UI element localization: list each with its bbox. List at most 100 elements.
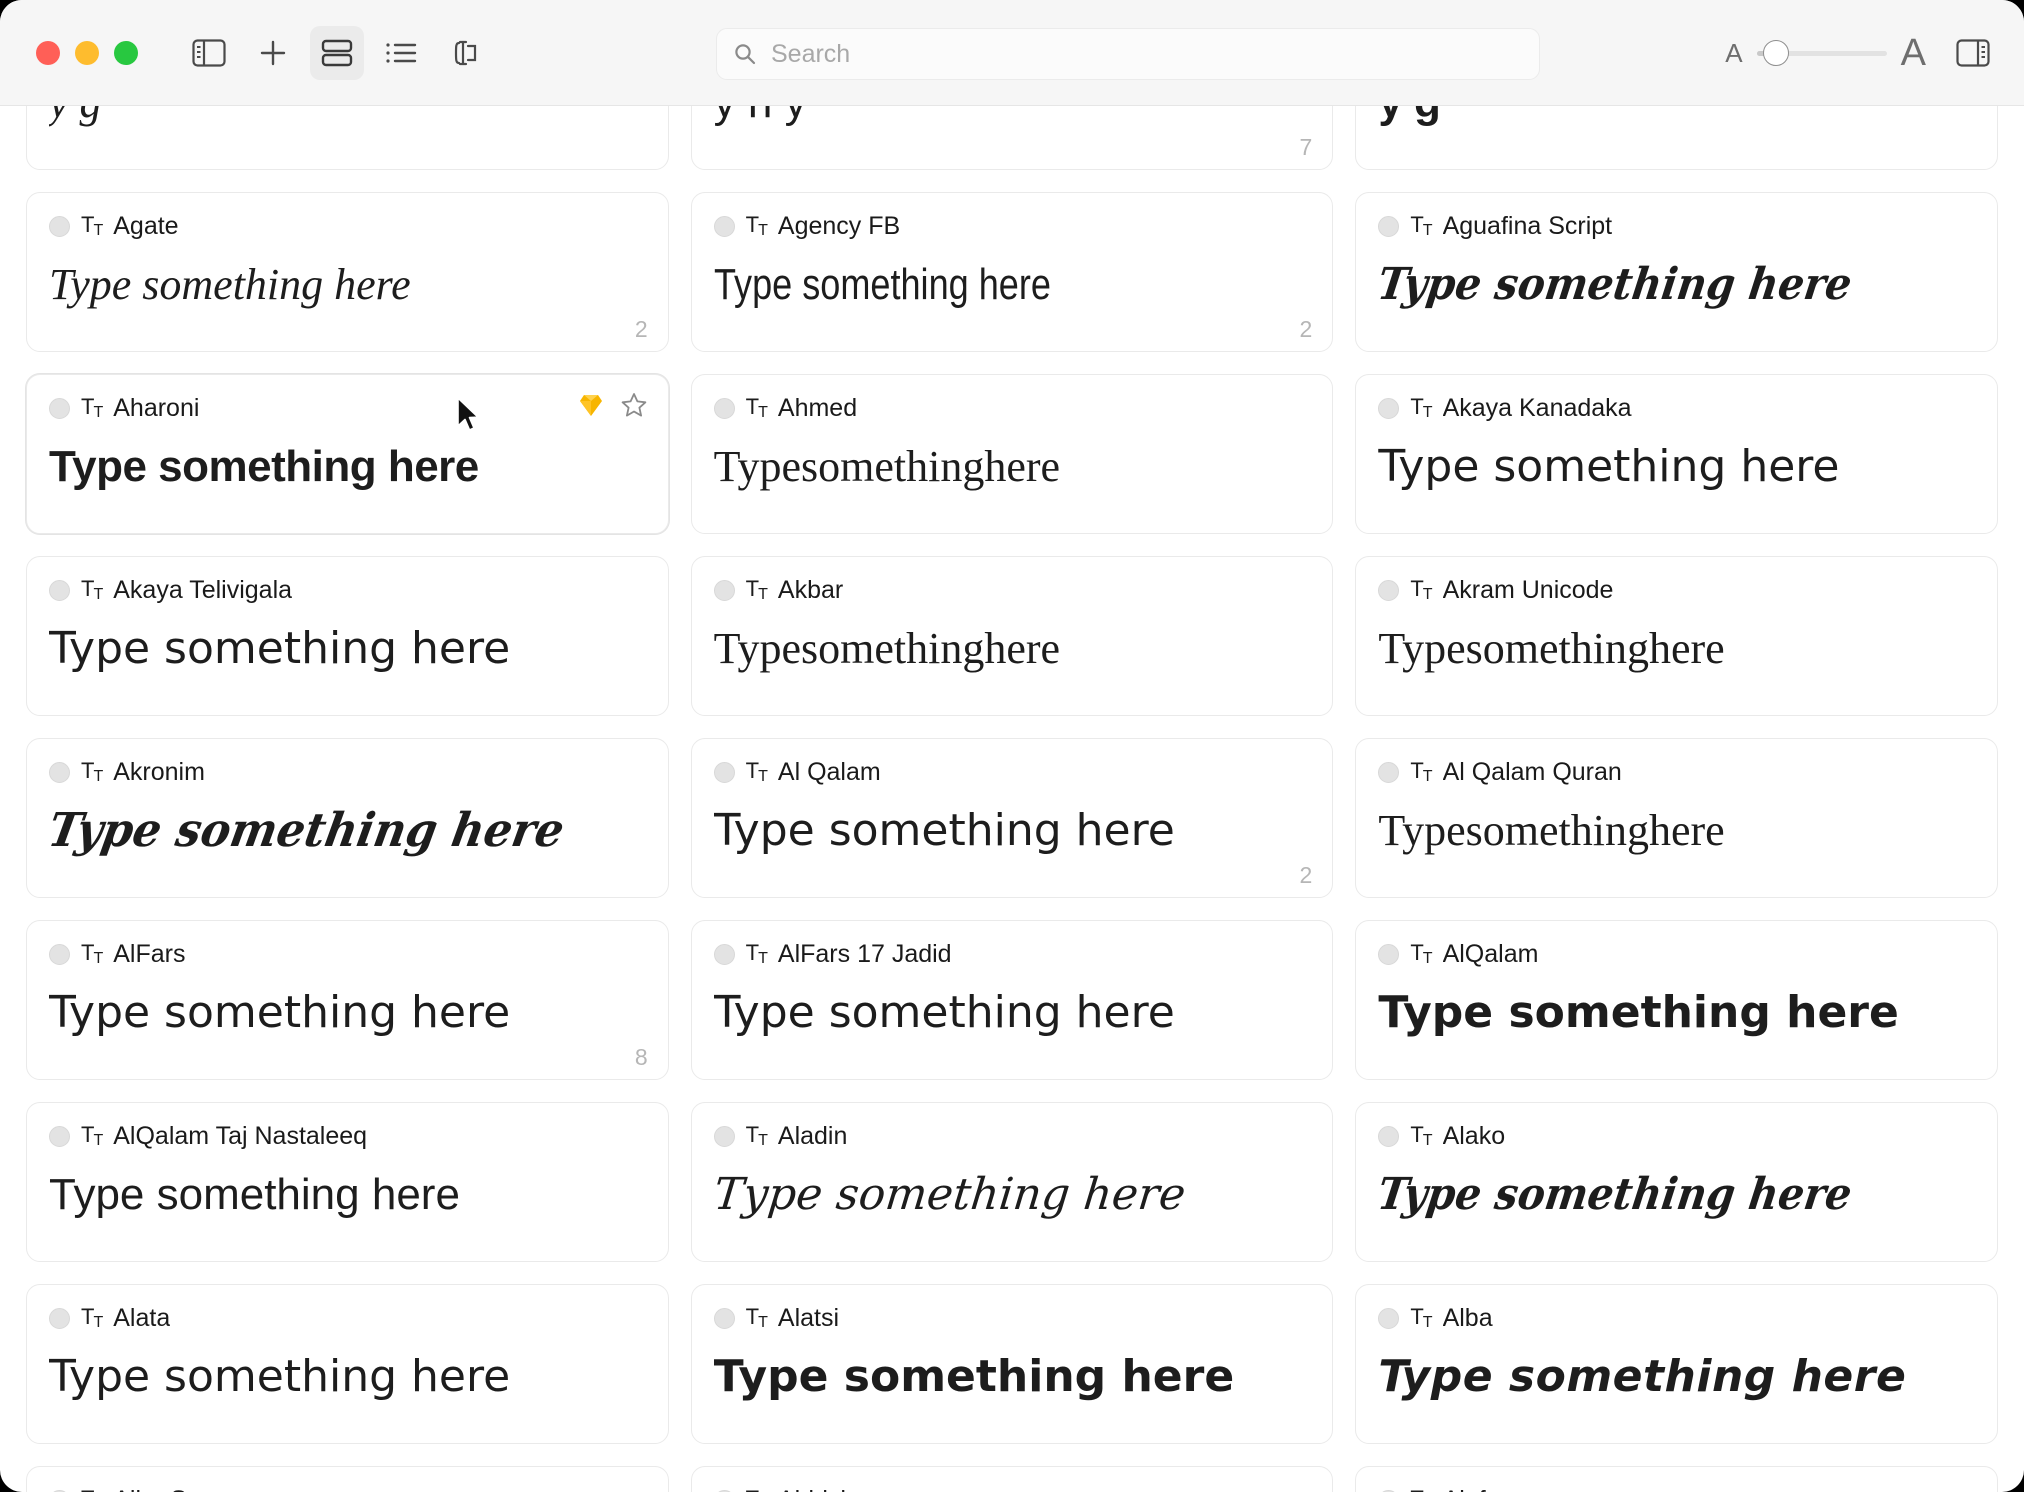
font-select-dot[interactable]	[713, 215, 735, 237]
zoom-button[interactable]	[114, 40, 138, 65]
font-sample-text[interactable]: y g	[49, 106, 646, 130]
font-card[interactable]: TT AlFars Type something here 8	[26, 920, 669, 1080]
font-sample-text[interactable]: Type something here	[1378, 985, 1975, 1040]
font-select-dot[interactable]	[713, 1125, 735, 1147]
sidebar-icon	[192, 38, 226, 67]
font-card-header: TT AlQalam	[1378, 939, 1975, 969]
font-select-dot[interactable]	[49, 215, 70, 237]
font-name-label: Akbar	[777, 575, 844, 604]
font-select-dot[interactable]	[1378, 761, 1400, 783]
font-select-dot[interactable]	[713, 1307, 735, 1329]
font-card[interactable]: TT Alba Type something here	[1355, 1284, 1998, 1444]
font-card[interactable]: TT Ahmed Typesomethinghere	[690, 374, 1334, 534]
card-view-icon	[321, 39, 353, 66]
font-sample-text[interactable]: Type something here	[714, 1349, 1311, 1404]
font-select-dot[interactable]	[713, 761, 735, 783]
typeface-tt-icon: TT	[81, 575, 103, 603]
font-select-dot[interactable]	[49, 761, 70, 783]
font-sample-text[interactable]: Type something here	[49, 621, 646, 676]
font-card[interactable]: TT Aladin Type something here	[690, 1102, 1334, 1262]
font-card-grid[interactable]: TTy gTTy h y7TTy gTTAgateType something …	[0, 106, 2024, 1492]
font-name-label: Alako	[1442, 1121, 1506, 1150]
font-select-dot[interactable]	[1378, 579, 1400, 601]
search-input[interactable]	[771, 39, 1471, 69]
slider-thumb[interactable]	[1762, 40, 1789, 66]
font-card[interactable]: TT Alatsi Type something here	[690, 1284, 1334, 1444]
font-sample-text[interactable]: Typesomethinghere	[1378, 621, 1975, 676]
font-card[interactable]: TT Al Qalam Quran Typesomethinghere	[1355, 738, 1998, 898]
font-name-label: Akram Unicode	[1442, 575, 1614, 604]
sketch-icon[interactable]	[578, 392, 604, 418]
font-card[interactable]: TT Alba Super	[26, 1466, 669, 1492]
font-card[interactable]: TT AlQalam Type something here	[1355, 920, 1998, 1080]
font-select-dot[interactable]	[49, 1307, 70, 1329]
compare-view-button[interactable]	[438, 26, 492, 80]
font-sample-text[interactable]: Typesomethinghere	[714, 439, 1311, 494]
font-select-dot[interactable]	[1378, 397, 1400, 419]
font-card[interactable]: TT Al Qalam Type something here 2	[690, 738, 1334, 898]
sidebar-toggle-button[interactable]	[182, 26, 236, 80]
toolbar: A A	[0, 0, 2024, 106]
minimize-button[interactable]	[75, 40, 99, 65]
font-card[interactable]: TT Agency FB Type something here 2	[690, 192, 1334, 352]
font-select-dot[interactable]	[1378, 1307, 1400, 1329]
font-sample-text[interactable]: Type something here	[1374, 257, 1931, 312]
font-card[interactable]: TT Alef	[1355, 1466, 1998, 1492]
font-card-header: TT Aladin	[713, 1121, 1311, 1151]
list-view-button[interactable]	[374, 26, 428, 80]
font-select-dot[interactable]	[713, 943, 735, 965]
font-card[interactable]: TTy g	[1355, 106, 1998, 170]
favorite-star-icon[interactable]	[620, 391, 648, 419]
font-sample-text[interactable]: Type something here	[49, 257, 646, 312]
font-select-dot[interactable]	[713, 397, 735, 419]
typeface-tt-icon: TT	[81, 939, 103, 967]
card-view-button[interactable]	[310, 25, 364, 80]
font-select-dot[interactable]	[1378, 1125, 1400, 1147]
font-card[interactable]: TT Aguafina Script Type something here	[1355, 192, 1998, 352]
font-size-slider[interactable]	[1756, 39, 1887, 67]
font-card[interactable]: TT Akram Unicode Typesomethinghere	[1355, 556, 1998, 716]
font-card[interactable]: TT Akronim Type something here	[26, 738, 669, 898]
font-sample-text[interactable]: Type something here	[44, 801, 651, 859]
font-card[interactable]: TT AlQalam Taj Nastaleeq Type something he…	[26, 1102, 669, 1262]
font-card[interactable]: TT Alata Type something here	[26, 1284, 669, 1444]
font-select-dot[interactable]	[1378, 943, 1400, 965]
font-card[interactable]: TT Agate Type something here 2	[26, 192, 669, 352]
font-card[interactable]: TT Aharoni Type something here	[26, 374, 669, 534]
add-button[interactable]	[246, 26, 300, 80]
font-sample-text[interactable]: Type something here	[1374, 1167, 1931, 1222]
font-select-dot[interactable]	[1378, 215, 1400, 237]
typeface-tt-icon: TT	[1410, 1121, 1432, 1149]
font-sample-text[interactable]: Type something here	[49, 439, 646, 494]
search-field[interactable]	[716, 28, 1540, 80]
font-sample-text[interactable]: Type something here	[711, 1167, 1313, 1222]
font-sample-text[interactable]: Type something here	[714, 803, 1311, 858]
font-select-dot[interactable]	[49, 1125, 70, 1147]
font-card[interactable]: TT Akaya Telivigala Type something here	[26, 556, 669, 716]
font-card[interactable]: TTy g	[26, 106, 669, 170]
font-sample-text[interactable]: Type something here	[49, 1167, 646, 1222]
font-card[interactable]: TT Akbar Typesomethinghere	[690, 556, 1334, 716]
font-sample-text[interactable]: Type something here	[49, 985, 646, 1040]
font-sample-text[interactable]: Typesomethinghere	[1378, 803, 1975, 858]
font-select-dot[interactable]	[49, 579, 70, 601]
font-select-dot[interactable]	[713, 579, 735, 601]
font-card[interactable]: TT Akaya Kanadaka Type something here	[1355, 374, 1998, 534]
close-button[interactable]	[36, 40, 60, 65]
font-sample-text[interactable]: Type something here	[714, 985, 1311, 1040]
font-sample-text[interactable]: Type something here	[49, 1349, 646, 1404]
font-card-header: TT Alako	[1378, 1121, 1975, 1151]
font-sample-text[interactable]: Type something here	[1378, 439, 1975, 494]
font-sample-text[interactable]: Type something here	[1378, 1349, 1975, 1404]
font-sample-text[interactable]: Typesomethinghere	[714, 621, 1311, 676]
font-card[interactable]: TT Alako Type something here	[1355, 1102, 1998, 1262]
font-card[interactable]: TTy h y7	[690, 106, 1334, 170]
font-select-dot[interactable]	[49, 397, 70, 419]
font-select-dot[interactable]	[49, 943, 70, 965]
font-sample-text[interactable]: Type something here	[714, 257, 1203, 312]
inspector-toggle-button[interactable]	[1946, 26, 2000, 80]
font-sample-text[interactable]: y g	[1378, 106, 1975, 130]
font-card[interactable]: TT AlFars 17 Jadid Type something here	[690, 920, 1334, 1080]
font-sample-text[interactable]: y h y	[714, 106, 1311, 130]
font-card[interactable]: TT Aldrich	[690, 1466, 1334, 1492]
